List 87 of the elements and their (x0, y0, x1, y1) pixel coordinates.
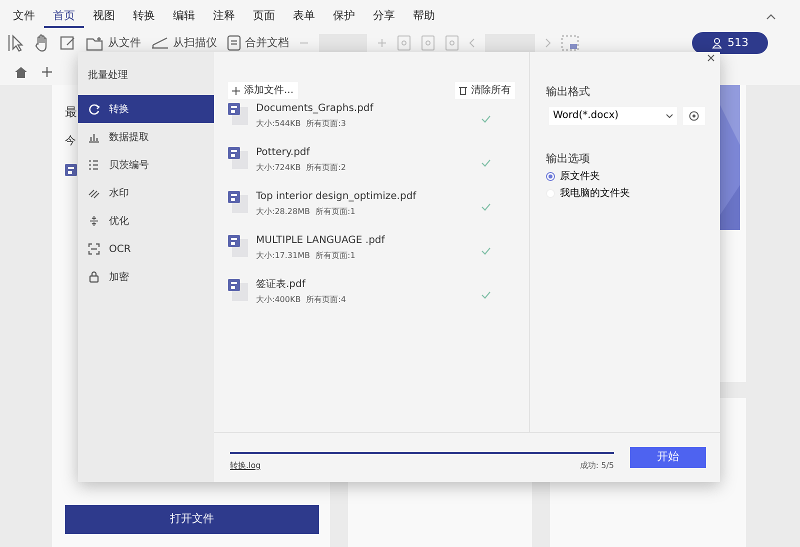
compress-icon (88, 215, 100, 227)
rotate-page-icon[interactable] (445, 35, 459, 51)
collapse-icon[interactable] (766, 14, 776, 20)
sidebar-item[interactable]: 优化 (78, 207, 214, 235)
user-icon (712, 38, 722, 48)
sidebar-item[interactable]: 加密 (78, 263, 214, 291)
scan-icon (88, 243, 100, 255)
fit-page-icon[interactable] (397, 35, 411, 51)
output-options-label: 输出选项 (546, 150, 591, 166)
add-files-button[interactable]: 添加文件... (228, 82, 298, 99)
file-size: 大小:28.28MB (256, 206, 310, 218)
add-tab-icon[interactable] (42, 66, 52, 76)
file-name: MULTIPLE LANGUAGE .pdf (256, 234, 386, 248)
from-file-button[interactable]: 从文件 (86, 34, 141, 52)
next-page-icon[interactable] (545, 38, 551, 48)
subtitle-text: 今 (65, 133, 76, 149)
caret-icon (666, 114, 673, 118)
sidebar-item[interactable]: 转换 (78, 95, 214, 123)
status-text: 成功: 5/5 (580, 460, 614, 472)
fit-width-icon[interactable] (421, 35, 435, 51)
pdf-file-icon (228, 145, 248, 169)
pdf-file-icon (228, 189, 248, 213)
radio-option[interactable]: 原文件夹 (546, 169, 600, 184)
menu-tab[interactable]: 分享 (364, 4, 404, 28)
numbered-list-icon (88, 159, 100, 171)
sidebar-item[interactable]: OCR (78, 235, 214, 263)
screenshot-icon[interactable] (561, 35, 579, 51)
heading-text: 最 (65, 104, 77, 121)
refresh-icon (88, 103, 100, 115)
from-scanner-button[interactable]: 从扫描仪 (151, 34, 217, 52)
sidebar-item[interactable]: 贝茨编号 (78, 151, 214, 179)
zoom-in-icon[interactable] (377, 38, 387, 48)
file-icon (65, 164, 77, 176)
sidebar-item[interactable]: 水印 (78, 179, 214, 207)
file-size: 大小:724KB (256, 162, 301, 174)
stripes-icon (88, 187, 100, 199)
scanner-icon (151, 36, 169, 50)
menu-tab[interactable]: 保护 (324, 4, 364, 28)
pdf-file-icon (228, 277, 248, 301)
file-name: 签证表.pdf (256, 278, 307, 292)
file-size: 大小:17.31MB (256, 250, 310, 262)
cursor-icon[interactable] (8, 34, 24, 52)
close-icon (707, 54, 715, 62)
format-dropdown[interactable]: Word(*.docx) (549, 106, 677, 124)
folder-plus-icon (86, 36, 104, 50)
combine-button[interactable]: 合并文档 (227, 34, 289, 52)
menu-tab[interactable]: 视图 (84, 4, 124, 28)
page-count: 所有页面:1 (316, 206, 356, 218)
file-size: 大小:400KB (256, 294, 301, 306)
output-format-label: 输出格式 (546, 84, 591, 100)
zoom-field[interactable] (319, 34, 367, 52)
pdf-file-icon (228, 101, 248, 125)
menu-tab[interactable]: 文件 (4, 4, 44, 28)
settings-button[interactable] (682, 106, 704, 124)
menu-tab[interactable]: 页面 (244, 4, 284, 28)
user-button[interactable]: 513 (692, 32, 768, 54)
start-button[interactable]: 开始 (630, 447, 706, 468)
log-link[interactable]: 转换.log (230, 460, 261, 472)
home-icon[interactable] (14, 66, 28, 78)
edit-icon[interactable] (60, 35, 76, 51)
target-icon (688, 110, 698, 120)
sidebar-item[interactable]: 数据提取 (78, 123, 214, 151)
dialog-title: 批量处理 (87, 68, 129, 83)
file-name: Pottery.pdf (256, 146, 311, 160)
menu-tab[interactable]: 编辑 (164, 4, 204, 28)
page-count: 所有页面:3 (306, 118, 346, 130)
document-icon (227, 35, 241, 51)
menu-tab[interactable]: 表单 (284, 4, 324, 28)
clear-all-button[interactable]: 清除所有 (455, 82, 515, 99)
plus-icon (232, 86, 240, 94)
bar-chart-icon (88, 131, 100, 143)
page-count: 所有页面:1 (316, 250, 356, 262)
pdf-file-icon (228, 233, 248, 257)
lock-icon (88, 271, 100, 283)
file-size: 大小:544KB (256, 118, 301, 130)
page-count: 所有页面:4 (306, 294, 346, 306)
trash-icon (459, 86, 467, 95)
page-field[interactable] (485, 34, 535, 52)
radio-option[interactable]: 我电脑的文件夹 (546, 186, 630, 201)
open-file-button[interactable]: 打开文件 (65, 505, 319, 534)
page-count: 所有页面:2 (306, 162, 346, 174)
menu-tab[interactable]: 转换 (124, 4, 164, 28)
file-name: Documents_Graphs.pdf (256, 102, 374, 116)
menu-tab[interactable]: 注释 (204, 4, 244, 28)
file-name: Top interior design_optimize.pdf (256, 190, 418, 204)
menu-tab[interactable]: 帮助 (404, 4, 444, 28)
previous-page-icon[interactable] (469, 38, 475, 48)
